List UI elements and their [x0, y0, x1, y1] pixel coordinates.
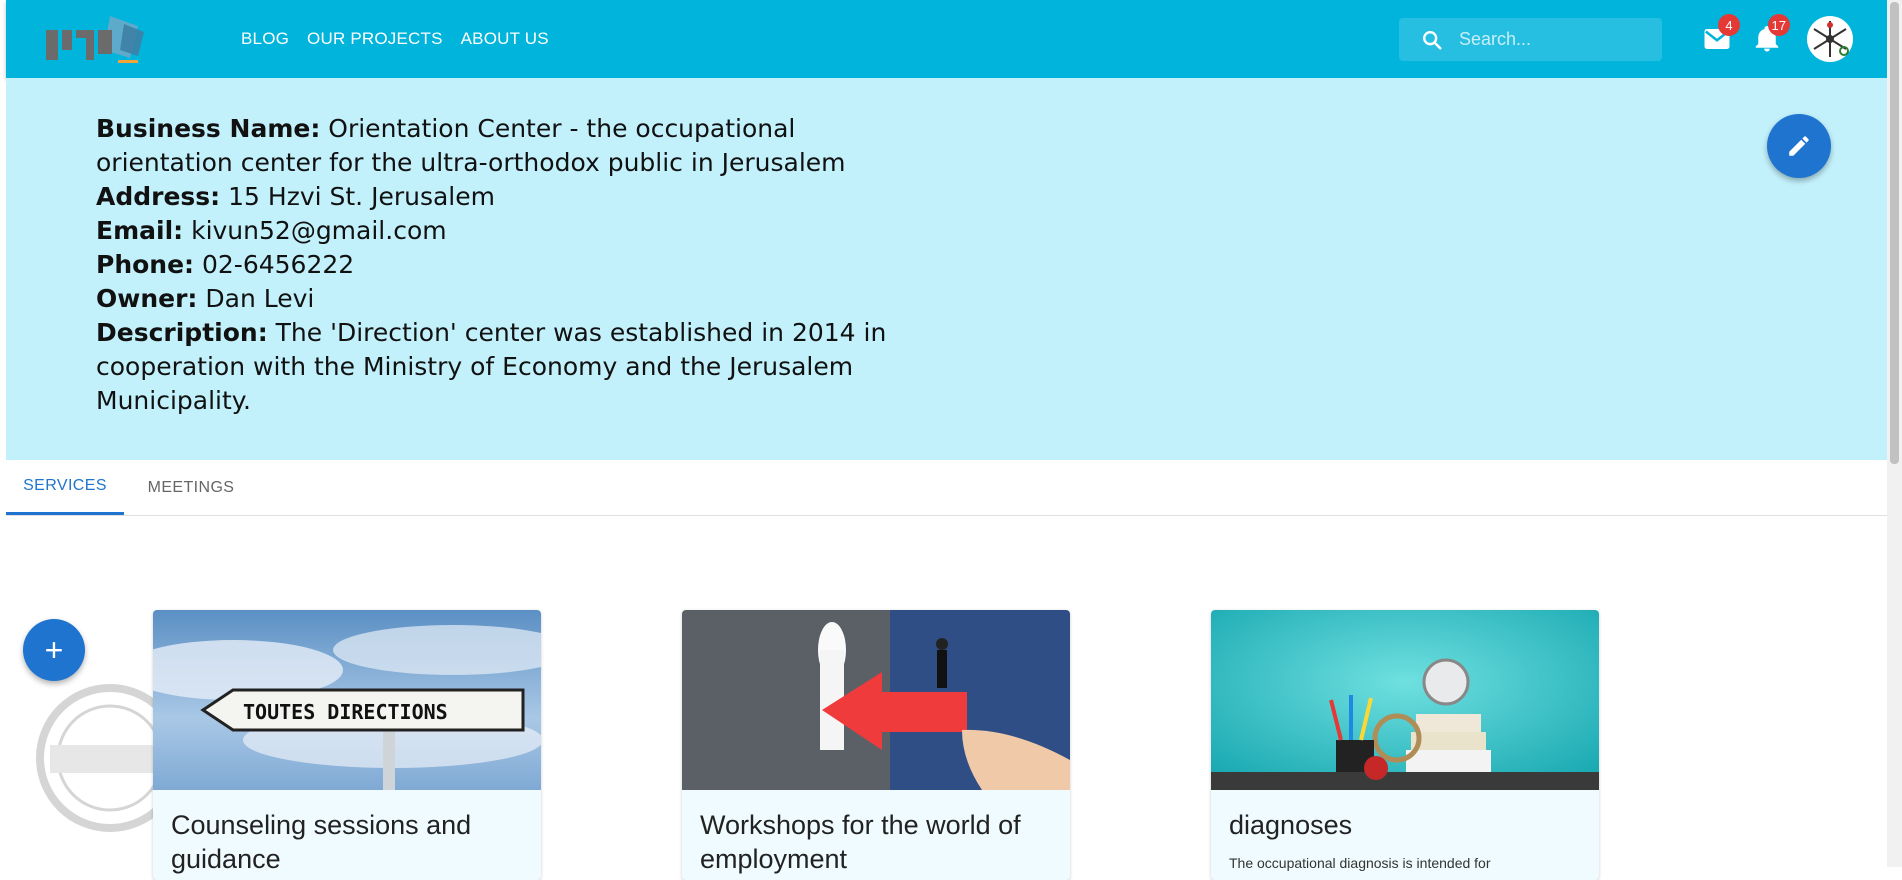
search-box [1399, 18, 1662, 61]
app-bar: BLOG OUR PROJECTS ABOUT US 4 17 [6, 0, 1887, 78]
scrollbar-thumb[interactable] [1890, 2, 1899, 464]
description-label: Description: [96, 318, 268, 347]
search-icon [1423, 30, 1442, 50]
email-row: Email: kivun52@gmail.com [96, 214, 936, 248]
card-description: The occupational diagnosis is intended f… [1229, 855, 1491, 871]
notifications-button[interactable]: 17 [1750, 14, 1790, 56]
card-image-directions: TOUTES DIRECTIONS [153, 610, 541, 790]
company-logo[interactable] [40, 8, 170, 70]
mail-button[interactable]: 4 [1700, 14, 1740, 56]
tab-bar: SERVICES MEETINGS [6, 460, 1887, 516]
nav-blog[interactable]: BLOG [241, 29, 289, 49]
notifications-badge: 17 [1767, 14, 1790, 36]
service-card[interactable]: TOUTES DIRECTIONS Counseling sessions an… [153, 610, 541, 880]
nav-our-projects[interactable]: OUR PROJECTS [307, 29, 443, 49]
address-label: Address: [96, 182, 221, 211]
main-nav: BLOG OUR PROJECTS ABOUT US [241, 0, 567, 78]
tab-meetings[interactable]: MEETINGS [124, 460, 258, 515]
phone-value: 02-6456222 [202, 250, 355, 279]
mail-badge: 4 [1718, 14, 1740, 36]
business-name-label: Business Name: [96, 114, 321, 143]
owner-row: Owner: Dan Levi [96, 282, 936, 316]
business-info-panel: Business Name: Orientation Center - the … [6, 78, 1887, 460]
address-row: Address: 15 Hzvi St. Jerusalem [96, 180, 936, 214]
card-title: Workshops for the world of employment [700, 810, 1021, 874]
phone-label: Phone: [96, 250, 195, 279]
service-card[interactable]: Workshops for the world of employment [682, 610, 1070, 880]
owner-label: Owner: [96, 284, 198, 313]
nav-about-us[interactable]: ABOUT US [461, 29, 549, 49]
page-scrollbar[interactable] [1887, 0, 1902, 867]
card-image-workshop [682, 610, 1070, 790]
add-service-button[interactable]: + [23, 619, 85, 681]
tab-services[interactable]: SERVICES [6, 460, 124, 515]
pencil-icon [1789, 136, 1809, 156]
phone-row: Phone: 02-6456222 [96, 248, 936, 282]
email-label: Email: [96, 216, 184, 245]
avatar[interactable] [1806, 15, 1854, 63]
business-details: Business Name: Orientation Center - the … [96, 112, 936, 418]
card-title: Counseling sessions and guidance [171, 810, 472, 874]
email-value: kivun52@gmail.com [191, 216, 447, 245]
sign-text: TOUTES DIRECTIONS [243, 700, 448, 724]
card-title: diagnoses [1229, 810, 1353, 840]
edit-business-button[interactable] [1767, 114, 1831, 178]
search-input[interactable] [1457, 28, 1651, 51]
description-row: Description: The 'Direction' center was … [96, 316, 936, 418]
card-image-diagnoses [1211, 610, 1599, 790]
business-name-row: Business Name: Orientation Center - the … [96, 112, 936, 180]
address-value: 15 Hzvi St. Jerusalem [228, 182, 495, 211]
service-card[interactable]: diagnoses The occupational diagnosis is … [1211, 610, 1599, 880]
owner-value: Dan Levi [205, 284, 315, 313]
